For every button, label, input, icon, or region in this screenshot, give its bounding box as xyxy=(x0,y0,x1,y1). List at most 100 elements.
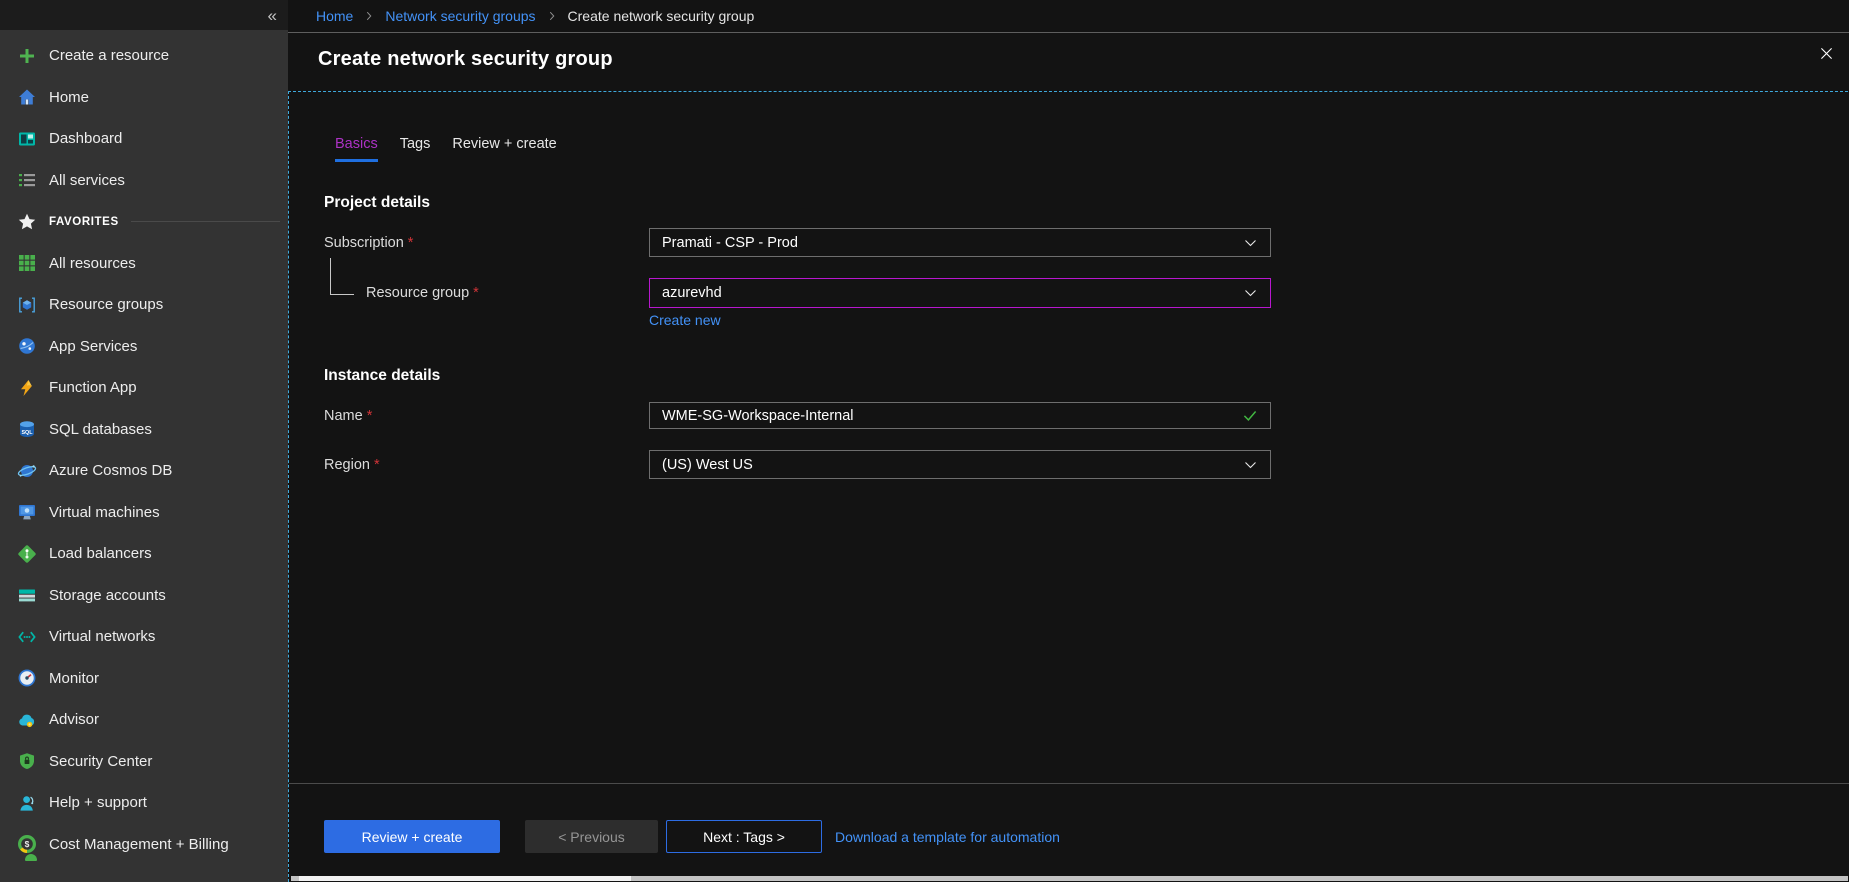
sidebar-item-home[interactable]: Home xyxy=(0,77,288,119)
sql-database-icon: SQL xyxy=(16,419,37,440)
loadbalancer-diamond-icon xyxy=(16,543,37,564)
sidebar-item-azure-cosmos-db[interactable]: Azure Cosmos DB xyxy=(0,450,288,492)
sidebar-item-load-balancers[interactable]: Load balancers xyxy=(0,533,288,575)
sidebar-item-sql-databases[interactable]: SQLSQL databases xyxy=(0,409,288,451)
next-tags-button[interactable]: Next : Tags > xyxy=(666,820,822,853)
sidebar-item-resource-groups[interactable]: Resource groups xyxy=(0,284,288,326)
sidebar-item-monitor[interactable]: Monitor xyxy=(0,658,288,700)
storage-bars-icon xyxy=(16,585,37,606)
sidebar-item-label: Function App xyxy=(49,379,137,396)
chevron-down-icon xyxy=(1243,238,1258,248)
sidebar-item-label: Virtual networks xyxy=(49,628,155,645)
sidebar-item-label: Create a resource xyxy=(49,47,169,64)
sidebar-item-label: Home xyxy=(49,89,89,106)
region-label: Region* xyxy=(324,457,380,473)
sidebar-item-label: Advisor xyxy=(49,711,99,728)
sidebar-item-favorites: FAVORITES xyxy=(0,201,288,243)
sidebar-item-all-services[interactable]: All services xyxy=(0,160,288,202)
required-asterisk: * xyxy=(473,285,479,301)
globe-icon xyxy=(16,336,37,357)
sidebar-item-label: App Services xyxy=(49,338,137,355)
person-headset-icon xyxy=(16,792,37,813)
sidebar-item-list: Create a resource Home Dashboard All servic… xyxy=(0,30,288,865)
sidebar-item-label: Load balancers xyxy=(49,545,152,562)
sidebar-item-function-app[interactable]: Function App xyxy=(0,367,288,409)
name-input[interactable]: WME-SG-Workspace-Internal xyxy=(649,402,1271,429)
sidebar-item-label: Security Center xyxy=(49,753,152,770)
sidebar-item-security-center[interactable]: Security Center xyxy=(0,741,288,783)
cosmos-planet-icon xyxy=(16,460,37,481)
favorites-divider xyxy=(131,221,280,222)
sidebar-item-label: All resources xyxy=(49,255,136,272)
tab-review-create[interactable]: Review + create xyxy=(452,136,556,162)
sidebar-item-app-services[interactable]: App Services xyxy=(0,326,288,368)
cost-ring-icon: $ xyxy=(16,834,37,855)
collapse-sidebar-button[interactable]: « xyxy=(268,7,277,24)
subscription-label: Subscription* xyxy=(324,235,413,251)
resource-group-dropdown[interactable]: azurevhd xyxy=(649,278,1271,308)
tab-tags[interactable]: Tags xyxy=(400,136,431,162)
create-nsg-panel: BasicsTagsReview + create Project detail… xyxy=(288,91,1848,882)
breadcrumb-create-network-security-group: Create network security group xyxy=(568,8,755,24)
sidebar-item-label: Resource groups xyxy=(49,296,163,313)
sidebar-item-label: FAVORITES xyxy=(49,216,119,228)
create-new-link[interactable]: Create new xyxy=(649,312,721,328)
sidebar-item-label: Azure Cosmos DB xyxy=(49,462,172,479)
required-asterisk: * xyxy=(367,408,373,424)
azure-portal-window: « Create a resource Home Dashboard All serv… xyxy=(0,0,1849,882)
sidebar-item-virtual-networks[interactable]: Virtual networks xyxy=(0,616,288,658)
scrollbar-thumb[interactable] xyxy=(299,876,631,881)
required-asterisk: * xyxy=(374,457,380,473)
breadcrumb: Home Network security groups Create networ… xyxy=(288,0,1849,33)
sidebar-item-virtual-machines[interactable]: Virtual machines xyxy=(0,492,288,534)
gauge-icon xyxy=(16,668,37,689)
breadcrumb-home[interactable]: Home xyxy=(316,8,353,24)
region-dropdown[interactable]: (US) West US xyxy=(649,450,1271,479)
chevron-down-icon xyxy=(1243,288,1258,298)
cube-icon xyxy=(16,294,37,315)
dashboard-icon xyxy=(16,128,37,149)
sidebar-item-help-support[interactable]: Help + support xyxy=(0,782,288,824)
services-list-icon xyxy=(16,170,37,191)
chevron-right-icon xyxy=(362,9,376,23)
breadcrumb-network-security-groups[interactable]: Network security groups xyxy=(385,8,535,24)
name-label: Name* xyxy=(324,408,372,424)
shield-lock-icon xyxy=(16,751,37,772)
page-title: Create network security group xyxy=(318,48,613,71)
sidebar-item-all-resources[interactable]: All resources xyxy=(0,243,288,285)
review-create-button[interactable]: Review + create xyxy=(324,820,500,853)
name-value: WME-SG-Workspace-Internal xyxy=(662,408,854,424)
close-icon[interactable] xyxy=(1817,44,1835,62)
download-template-link[interactable]: Download a template for automation xyxy=(835,820,1060,853)
sidebar-top-strip: « xyxy=(0,0,288,30)
chevron-right-icon xyxy=(545,9,559,23)
subscription-dropdown[interactable]: Pramati - CSP - Prod xyxy=(649,228,1271,257)
home-icon xyxy=(16,87,37,108)
sidebar: « Create a resource Home Dashboard All serv… xyxy=(0,0,288,882)
tab-basics[interactable]: Basics xyxy=(335,136,378,162)
vnet-brackets-icon xyxy=(16,626,37,647)
svg-text:$: $ xyxy=(24,839,29,849)
previous-button[interactable]: < Previous xyxy=(525,820,658,853)
lightning-icon xyxy=(16,377,37,398)
grid-icon xyxy=(16,253,37,274)
sidebar-item-label: Storage accounts xyxy=(49,587,166,604)
sidebar-item-create-a-resource[interactable]: Create a resource xyxy=(0,35,288,77)
sidebar-item-cost-management-billing[interactable]: $Cost Management + Billing xyxy=(0,824,288,866)
svg-text:SQL: SQL xyxy=(21,430,33,436)
sidebar-item-label: Dashboard xyxy=(49,130,122,147)
title-bar: Create network security group xyxy=(288,33,1849,91)
footer-divider xyxy=(289,783,1849,784)
sidebar-item-storage-accounts[interactable]: Storage accounts xyxy=(0,575,288,617)
region-value: (US) West US xyxy=(662,457,753,473)
sidebar-item-label: Monitor xyxy=(49,670,99,687)
plus-icon xyxy=(16,45,37,66)
sidebar-item-dashboard[interactable]: Dashboard xyxy=(0,118,288,160)
sidebar-item-advisor[interactable]: Advisor xyxy=(0,699,288,741)
subscription-value: Pramati - CSP - Prod xyxy=(662,235,798,251)
sidebar-item-label: Help + support xyxy=(49,794,147,811)
sidebar-item-label: Virtual machines xyxy=(49,504,160,521)
horizontal-scrollbar[interactable] xyxy=(291,876,1848,881)
vm-monitor-icon xyxy=(16,502,37,523)
chevron-down-icon xyxy=(1243,460,1258,470)
